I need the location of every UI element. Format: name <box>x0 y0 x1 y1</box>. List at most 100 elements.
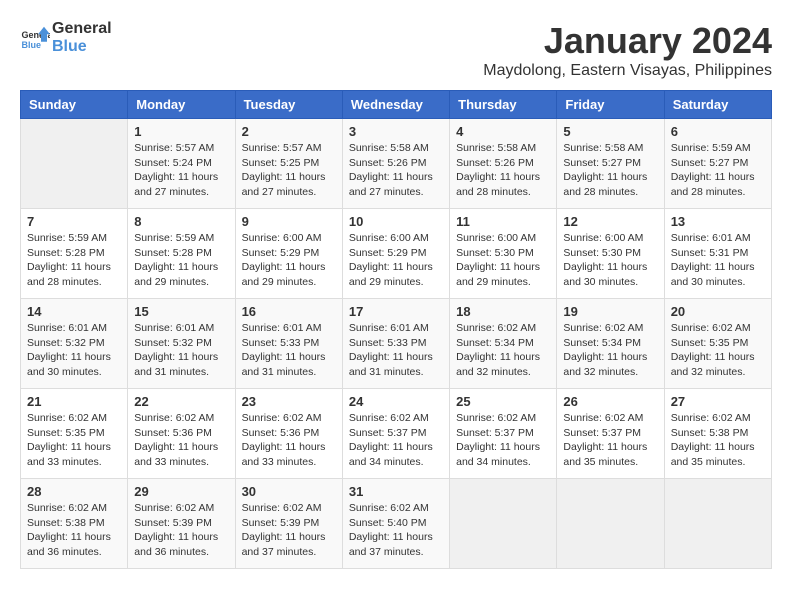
day-info: Sunrise: 5:59 AM Sunset: 5:28 PM Dayligh… <box>27 231 121 290</box>
header: General Blue General Blue January 2024 M… <box>20 20 772 80</box>
calendar-cell: 27 Sunrise: 6:02 AM Sunset: 5:38 PM Dayli… <box>664 389 771 479</box>
day-number: 15 <box>134 304 228 319</box>
day-info: Sunrise: 6:00 AM Sunset: 5:30 PM Dayligh… <box>456 231 550 290</box>
column-header-thursday: Thursday <box>450 91 557 119</box>
logo: General Blue General Blue <box>20 20 112 55</box>
day-info: Sunrise: 6:02 AM Sunset: 5:40 PM Dayligh… <box>349 501 443 560</box>
day-info: Sunrise: 5:59 AM Sunset: 5:28 PM Dayligh… <box>134 231 228 290</box>
day-info: Sunrise: 6:02 AM Sunset: 5:38 PM Dayligh… <box>27 501 121 560</box>
calendar-cell <box>664 479 771 569</box>
day-number: 12 <box>563 214 657 229</box>
day-number: 14 <box>27 304 121 319</box>
calendar-cell: 14 Sunrise: 6:01 AM Sunset: 5:32 PM Dayli… <box>21 299 128 389</box>
day-info: Sunrise: 6:02 AM Sunset: 5:36 PM Dayligh… <box>134 411 228 470</box>
day-number: 1 <box>134 124 228 139</box>
calendar-cell: 11 Sunrise: 6:00 AM Sunset: 5:30 PM Dayli… <box>450 209 557 299</box>
day-number: 22 <box>134 394 228 409</box>
day-number: 9 <box>242 214 336 229</box>
day-info: Sunrise: 6:00 AM Sunset: 5:30 PM Dayligh… <box>563 231 657 290</box>
day-info: Sunrise: 6:01 AM Sunset: 5:33 PM Dayligh… <box>349 321 443 380</box>
calendar-week-row: 7 Sunrise: 5:59 AM Sunset: 5:28 PM Daylig… <box>21 209 772 299</box>
day-info: Sunrise: 6:02 AM Sunset: 5:37 PM Dayligh… <box>456 411 550 470</box>
calendar-cell: 26Sunrise: 6:02 AM Sunset: 5:37 PM Dayli… <box>557 389 664 479</box>
day-info: Sunrise: 6:00 AM Sunset: 5:29 PM Dayligh… <box>242 231 336 290</box>
day-info: Sunrise: 6:02 AM Sunset: 5:34 PM Dayligh… <box>563 321 657 380</box>
column-header-friday: Friday <box>557 91 664 119</box>
day-info: Sunrise: 6:02 AM Sunset: 5:38 PM Dayligh… <box>671 411 765 470</box>
day-number: 11 <box>456 214 550 229</box>
column-header-wednesday: Wednesday <box>342 91 449 119</box>
day-number: 7 <box>27 214 121 229</box>
day-info: Sunrise: 6:01 AM Sunset: 5:31 PM Dayligh… <box>671 231 765 290</box>
day-info: Sunrise: 6:02 AM Sunset: 5:36 PM Dayligh… <box>242 411 336 470</box>
svg-text:Blue: Blue <box>22 39 42 49</box>
day-number: 16 <box>242 304 336 319</box>
calendar-week-row: 14 Sunrise: 6:01 AM Sunset: 5:32 PM Dayli… <box>21 299 772 389</box>
day-info: Sunrise: 6:02 AM Sunset: 5:35 PM Dayligh… <box>671 321 765 380</box>
column-header-tuesday: Tuesday <box>235 91 342 119</box>
calendar-cell: 24Sunrise: 6:02 AM Sunset: 5:37 PM Dayli… <box>342 389 449 479</box>
day-info: Sunrise: 5:58 AM Sunset: 5:27 PM Dayligh… <box>563 141 657 200</box>
day-info: Sunrise: 5:58 AM Sunset: 5:26 PM Dayligh… <box>456 141 550 200</box>
calendar-cell: 16 Sunrise: 6:01 AM Sunset: 5:33 PM Dayli… <box>235 299 342 389</box>
day-info: Sunrise: 6:02 AM Sunset: 5:37 PM Dayligh… <box>563 411 657 470</box>
day-number: 31 <box>349 484 443 499</box>
day-number: 2 <box>242 124 336 139</box>
calendar-cell <box>21 119 128 209</box>
day-number: 21 <box>27 394 121 409</box>
calendar-cell: 17 Sunrise: 6:01 AM Sunset: 5:33 PM Dayli… <box>342 299 449 389</box>
calendar-cell: 21 Sunrise: 6:02 AM Sunset: 5:35 PM Dayli… <box>21 389 128 479</box>
month-title: January 2024 <box>483 20 772 62</box>
day-number: 20 <box>671 304 765 319</box>
calendar-cell: 5 Sunrise: 5:58 AM Sunset: 5:27 PM Daylig… <box>557 119 664 209</box>
day-number: 5 <box>563 124 657 139</box>
day-info: Sunrise: 6:02 AM Sunset: 5:34 PM Dayligh… <box>456 321 550 380</box>
calendar-cell: 19 Sunrise: 6:02 AM Sunset: 5:34 PM Dayli… <box>557 299 664 389</box>
calendar-cell: 25 Sunrise: 6:02 AM Sunset: 5:37 PM Dayli… <box>450 389 557 479</box>
day-number: 8 <box>134 214 228 229</box>
day-number: 19 <box>563 304 657 319</box>
logo-blue-text: Blue <box>52 38 112 56</box>
calendar-week-row: 21 Sunrise: 6:02 AM Sunset: 5:35 PM Dayli… <box>21 389 772 479</box>
day-info: Sunrise: 6:02 AM Sunset: 5:35 PM Dayligh… <box>27 411 121 470</box>
day-info: Sunrise: 5:57 AM Sunset: 5:25 PM Dayligh… <box>242 141 336 200</box>
calendar-cell <box>450 479 557 569</box>
general-blue-logo-icon: General Blue <box>20 23 50 53</box>
day-number: 27 <box>671 394 765 409</box>
calendar-cell: 10 Sunrise: 6:00 AM Sunset: 5:29 PM Dayli… <box>342 209 449 299</box>
day-number: 25 <box>456 394 550 409</box>
column-header-monday: Monday <box>128 91 235 119</box>
day-number: 3 <box>349 124 443 139</box>
logo-general-text: General <box>52 20 112 38</box>
calendar-cell: 15Sunrise: 6:01 AM Sunset: 5:32 PM Dayli… <box>128 299 235 389</box>
day-number: 4 <box>456 124 550 139</box>
day-info: Sunrise: 6:02 AM Sunset: 5:37 PM Dayligh… <box>349 411 443 470</box>
calendar-cell: 31 Sunrise: 6:02 AM Sunset: 5:40 PM Dayli… <box>342 479 449 569</box>
day-info: Sunrise: 6:01 AM Sunset: 5:33 PM Dayligh… <box>242 321 336 380</box>
day-number: 13 <box>671 214 765 229</box>
calendar-cell: 13 Sunrise: 6:01 AM Sunset: 5:31 PM Dayli… <box>664 209 771 299</box>
day-number: 6 <box>671 124 765 139</box>
calendar-cell: 3 Sunrise: 5:58 AM Sunset: 5:26 PM Daylig… <box>342 119 449 209</box>
day-info: Sunrise: 5:59 AM Sunset: 5:27 PM Dayligh… <box>671 141 765 200</box>
day-info: Sunrise: 6:01 AM Sunset: 5:32 PM Dayligh… <box>27 321 121 380</box>
calendar-cell: 22 Sunrise: 6:02 AM Sunset: 5:36 PM Dayli… <box>128 389 235 479</box>
day-info: Sunrise: 6:00 AM Sunset: 5:29 PM Dayligh… <box>349 231 443 290</box>
calendar-cell: 7 Sunrise: 5:59 AM Sunset: 5:28 PM Daylig… <box>21 209 128 299</box>
day-number: 28 <box>27 484 121 499</box>
calendar-cell: 29Sunrise: 6:02 AM Sunset: 5:39 PM Dayli… <box>128 479 235 569</box>
day-info: Sunrise: 6:02 AM Sunset: 5:39 PM Dayligh… <box>242 501 336 560</box>
day-info: Sunrise: 5:58 AM Sunset: 5:26 PM Dayligh… <box>349 141 443 200</box>
calendar-cell: 6 Sunrise: 5:59 AM Sunset: 5:27 PM Daylig… <box>664 119 771 209</box>
calendar-cell: 12 Sunrise: 6:00 AM Sunset: 5:30 PM Dayli… <box>557 209 664 299</box>
calendar-cell: 30 Sunrise: 6:02 AM Sunset: 5:39 PM Dayli… <box>235 479 342 569</box>
day-number: 17 <box>349 304 443 319</box>
calendar-cell: 20 Sunrise: 6:02 AM Sunset: 5:35 PM Dayli… <box>664 299 771 389</box>
day-info: Sunrise: 5:57 AM Sunset: 5:24 PM Dayligh… <box>134 141 228 200</box>
calendar-cell: 2 Sunrise: 5:57 AM Sunset: 5:25 PM Daylig… <box>235 119 342 209</box>
day-number: 10 <box>349 214 443 229</box>
calendar-cell: 9 Sunrise: 6:00 AM Sunset: 5:29 PM Daylig… <box>235 209 342 299</box>
calendar-cell: 8 Sunrise: 5:59 AM Sunset: 5:28 PM Daylig… <box>128 209 235 299</box>
day-number: 30 <box>242 484 336 499</box>
calendar-cell <box>557 479 664 569</box>
